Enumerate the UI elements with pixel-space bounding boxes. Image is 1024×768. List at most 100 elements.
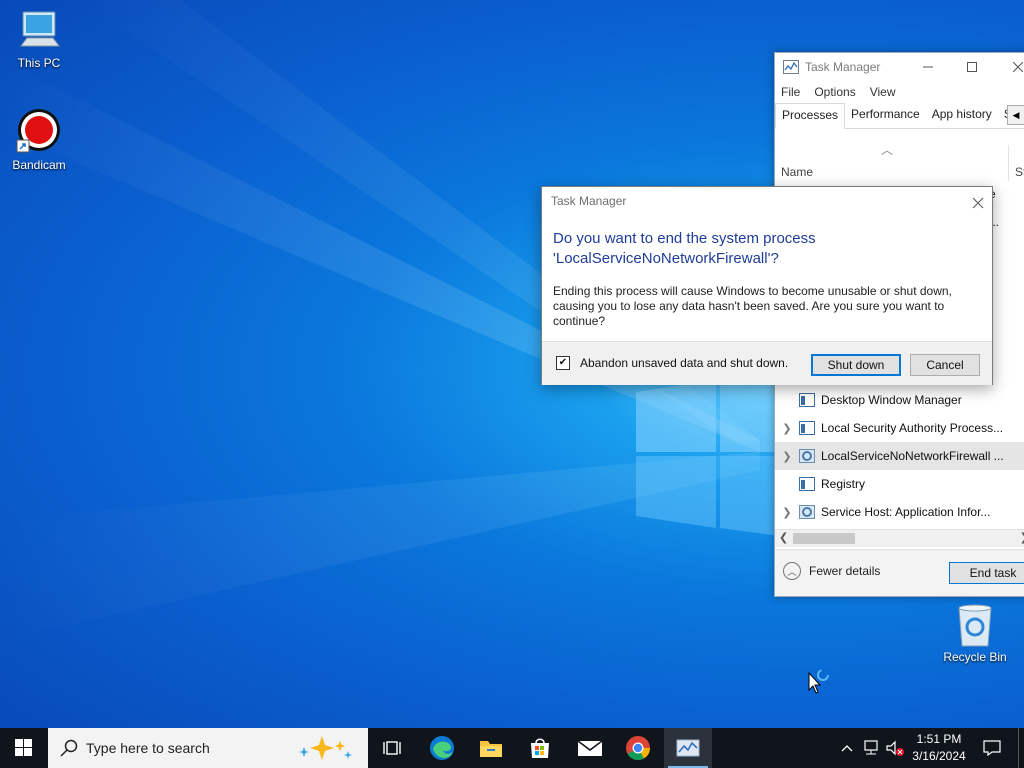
clock-time: 1:51 PM bbox=[916, 732, 962, 746]
desktop-icon-label: Bandicam bbox=[12, 158, 66, 172]
show-desktop-button[interactable] bbox=[1018, 728, 1024, 768]
desktop-icon-bandicam[interactable]: Bandicam bbox=[1, 106, 77, 172]
task-view-icon bbox=[383, 741, 401, 755]
close-icon bbox=[1013, 62, 1023, 72]
table-row[interactable]: Desktop Window Manager bbox=[775, 386, 1024, 414]
menu-file[interactable]: File bbox=[781, 85, 800, 99]
cancel-button[interactable]: Cancel bbox=[910, 354, 980, 376]
recycle-bin-icon bbox=[958, 604, 992, 647]
menu-bar: File Options View bbox=[775, 81, 1024, 103]
horizontal-scrollbar[interactable]: ❮ ❯ bbox=[775, 529, 1024, 547]
abandon-data-checkbox[interactable]: ✔ bbox=[556, 356, 570, 370]
app-window-icon bbox=[799, 477, 815, 491]
start-button[interactable] bbox=[0, 728, 48, 768]
chevron-left-icon: ◀ bbox=[1012, 109, 1020, 120]
task-manager-icon bbox=[676, 739, 700, 757]
file-explorer-icon bbox=[480, 741, 502, 757]
close-button[interactable] bbox=[995, 53, 1024, 81]
dialog-message: Ending this process will cause Windows t… bbox=[553, 284, 952, 328]
scrollbar-thumb[interactable] bbox=[793, 533, 855, 544]
tab-performance[interactable]: Performance bbox=[845, 103, 926, 128]
maximize-icon bbox=[967, 62, 977, 72]
task-view-button[interactable] bbox=[368, 728, 416, 768]
minimize-icon bbox=[923, 66, 933, 68]
menu-options[interactable]: Options bbox=[814, 85, 855, 99]
end-process-dialog: Task Manager Do you want to end the syst… bbox=[541, 186, 993, 385]
dialog-heading-line: Do you want to end the system process bbox=[553, 230, 816, 247]
search-highlight-icon bbox=[299, 736, 352, 760]
chevron-right-icon[interactable]: ❯ bbox=[775, 422, 799, 435]
notifications-button[interactable] bbox=[978, 728, 1006, 768]
network-tray-button[interactable] bbox=[860, 728, 882, 768]
volume-muted-icon bbox=[886, 740, 904, 756]
tab-app-history[interactable]: App history bbox=[926, 103, 998, 128]
gear-icon bbox=[799, 449, 815, 463]
tab-scroll-left-button[interactable]: ◀ bbox=[1007, 105, 1024, 125]
table-row[interactable]: ❯ Service Host: Application Infor... bbox=[775, 498, 1024, 526]
process-name: Local Security Authority Process... bbox=[821, 421, 1004, 435]
scroll-right-icon[interactable]: ❯ bbox=[1020, 531, 1024, 544]
process-name: LocalServiceNoNetworkFirewall ... bbox=[821, 449, 1004, 463]
table-row[interactable]: Registry bbox=[775, 470, 1024, 498]
chrome-button[interactable] bbox=[614, 728, 662, 768]
show-hidden-icons-button[interactable] bbox=[838, 728, 856, 768]
minimize-button[interactable] bbox=[905, 53, 951, 81]
taskbar: Type here to search 1:51 PM 3/16/2024 bbox=[0, 728, 1024, 768]
file-explorer-button[interactable] bbox=[467, 728, 515, 768]
edge-button[interactable] bbox=[418, 728, 466, 768]
mail-icon bbox=[577, 740, 603, 756]
task-manager-taskbar-button[interactable] bbox=[664, 728, 712, 768]
gear-icon bbox=[799, 505, 815, 519]
store-button[interactable] bbox=[516, 728, 564, 768]
busy-cursor-icon bbox=[808, 669, 829, 694]
dialog-button-bar: ✔ Abandon unsaved data and shut down. Sh… bbox=[542, 341, 992, 385]
store-icon bbox=[531, 738, 549, 758]
clock-date: 3/16/2024 bbox=[912, 749, 966, 763]
chevron-right-icon[interactable]: ❯ bbox=[775, 506, 799, 519]
taskbar-clock[interactable]: 1:51 PM 3/16/2024 bbox=[906, 731, 972, 765]
desktop-icon-label: This PC bbox=[17, 56, 61, 70]
dialog-title: Task Manager bbox=[551, 194, 627, 208]
column-divider[interactable] bbox=[1008, 145, 1009, 181]
network-icon bbox=[864, 740, 878, 755]
tab-processes[interactable]: Processes bbox=[775, 103, 846, 129]
app-window-icon bbox=[799, 393, 815, 407]
shut-down-button[interactable]: Shut down bbox=[811, 354, 901, 376]
chrome-icon bbox=[626, 736, 650, 761]
process-name: Service Host: Application Infor... bbox=[821, 505, 991, 519]
bandicam-icon bbox=[16, 109, 60, 153]
table-row-selected[interactable]: ❯ LocalServiceNoNetworkFirewall ... bbox=[775, 442, 1024, 470]
dialog-heading: Do you want to end the system process 'L… bbox=[553, 229, 973, 269]
checkbox-label[interactable]: Abandon unsaved data and shut down. bbox=[580, 356, 788, 370]
column-header-name[interactable]: Name bbox=[781, 165, 813, 179]
desktop-icon-recycle-bin[interactable]: Recycle Bin bbox=[937, 602, 1013, 664]
tab-strip: Processes Performance App history S ◀ bbox=[775, 103, 1024, 129]
computer-icon bbox=[20, 11, 60, 47]
menu-view[interactable]: View bbox=[870, 85, 896, 99]
maximize-button[interactable] bbox=[949, 53, 995, 81]
process-name: Registry bbox=[821, 477, 866, 491]
search-placeholder: Type here to search bbox=[86, 740, 210, 756]
search-icon bbox=[60, 739, 78, 757]
column-header-status[interactable]: St bbox=[1015, 165, 1024, 179]
taskbar-search-box[interactable]: Type here to search bbox=[48, 728, 368, 768]
scroll-left-icon[interactable]: ❮ bbox=[779, 531, 788, 544]
close-icon bbox=[972, 197, 984, 209]
footer-bar: ︿ Fewer details End task bbox=[775, 549, 1024, 596]
mail-button[interactable] bbox=[566, 728, 614, 768]
process-name: Desktop Window Manager bbox=[821, 393, 962, 407]
chevron-up-icon: ︿ bbox=[783, 562, 801, 580]
task-manager-icon bbox=[783, 60, 799, 74]
chevron-right-icon[interactable]: ❯ bbox=[775, 450, 799, 463]
title-bar[interactable]: Task Manager bbox=[775, 53, 1024, 81]
desktop-icon-label: Recycle Bin bbox=[943, 650, 1007, 664]
windows-logo-icon bbox=[15, 739, 32, 756]
table-row[interactable]: ❯ Local Security Authority Process... bbox=[775, 414, 1024, 442]
end-task-button[interactable]: End task bbox=[949, 562, 1024, 584]
chevron-up-icon bbox=[841, 745, 853, 752]
dialog-close-button[interactable] bbox=[972, 191, 984, 214]
desktop-icon-this-pc[interactable]: This PC bbox=[1, 8, 77, 70]
volume-tray-button[interactable] bbox=[884, 728, 906, 768]
sort-ascending-icon[interactable]: ︿ bbox=[881, 141, 893, 158]
fewer-details-button[interactable]: ︿ Fewer details bbox=[783, 562, 880, 580]
